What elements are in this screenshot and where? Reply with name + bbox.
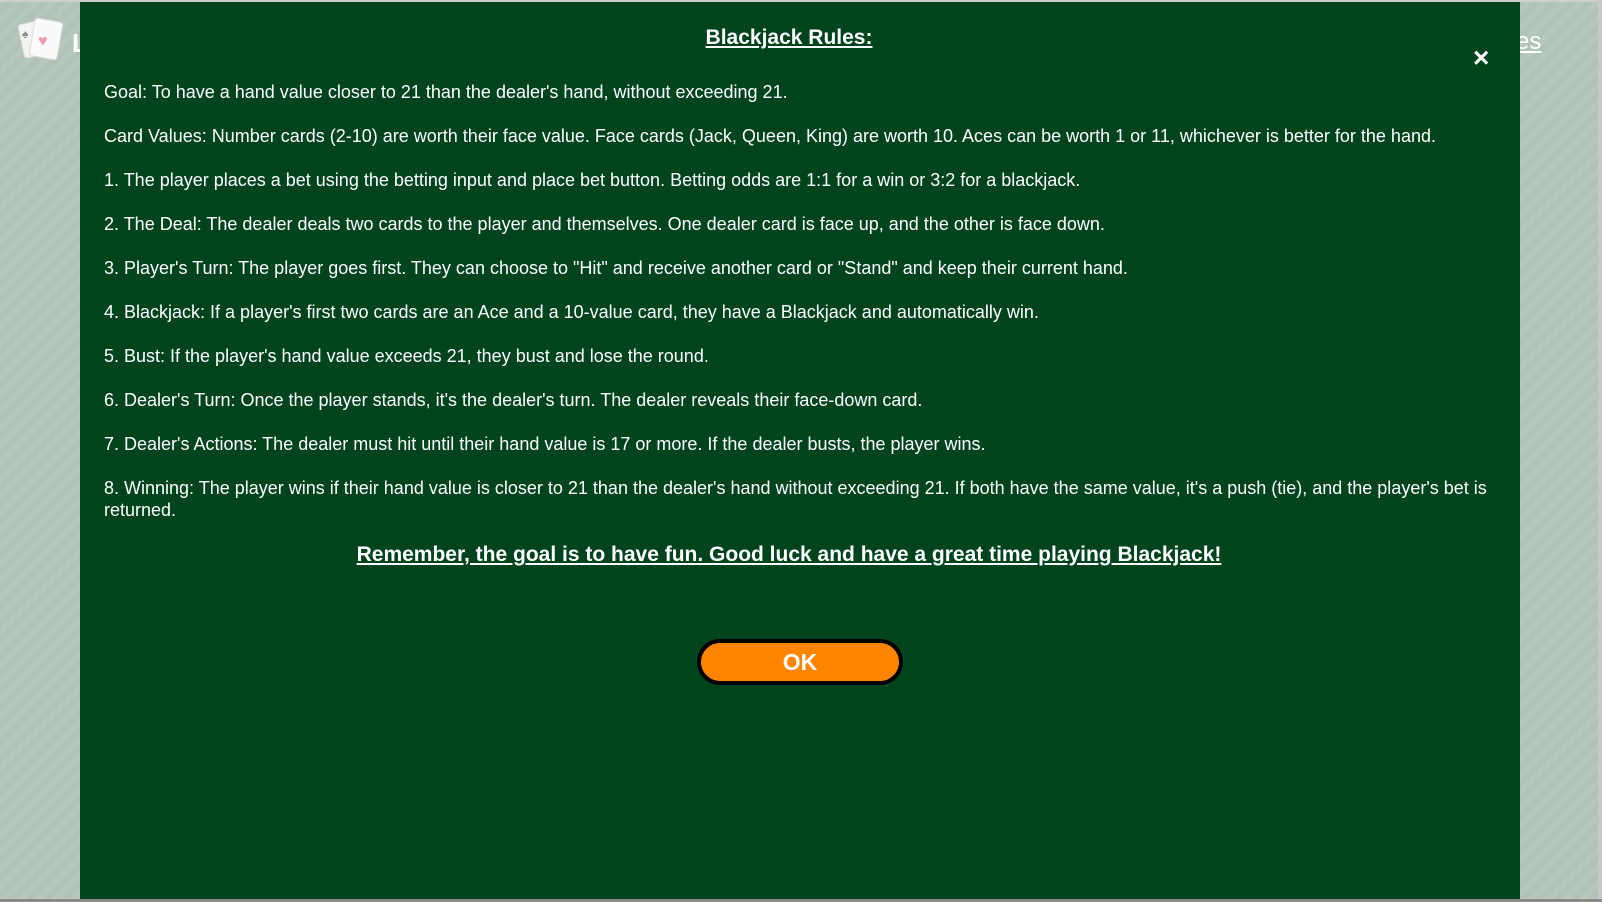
rule-6: 6. Dealer's Turn: Once the player stands… xyxy=(104,390,923,410)
ok-button[interactable]: OK xyxy=(697,639,903,685)
rule-card-values: Card Values: Number cards (2-10) are wor… xyxy=(104,126,1436,146)
rules-list: Goal: To have a hand value closer to 21 … xyxy=(104,81,1496,521)
rule-2: 2. The Deal: The dealer deals two cards … xyxy=(104,214,1105,234)
close-icon[interactable]: × xyxy=(1473,44,1489,72)
svg-text:♠: ♠ xyxy=(22,27,29,41)
rule-1: 1. The player places a bet using the bet… xyxy=(104,170,1081,190)
rule-7: 7. Dealer's Actions: The dealer must hit… xyxy=(104,434,986,454)
svg-text:♥: ♥ xyxy=(38,33,48,50)
rule-3: 3. Player's Turn: The player goes first.… xyxy=(104,258,1128,278)
cards-logo-icon: ♠ ♥ xyxy=(17,17,64,61)
modal-title: Blackjack Rules: xyxy=(705,26,873,49)
rule-8: 8. Winning: The player wins if their han… xyxy=(104,478,1487,520)
remember-message: Remember, the goal is to have fun. Good … xyxy=(356,543,1222,566)
rule-5: 5. Bust: If the player's hand value exce… xyxy=(104,346,709,366)
scrollbar[interactable] xyxy=(1598,0,1602,899)
rule-4: 4. Blackjack: If a player's first two ca… xyxy=(104,302,1039,322)
rule-goal: Goal: To have a hand value closer to 21 … xyxy=(104,82,788,102)
rules-modal: Blackjack Rules: × Goal: To have a hand … xyxy=(80,2,1520,899)
